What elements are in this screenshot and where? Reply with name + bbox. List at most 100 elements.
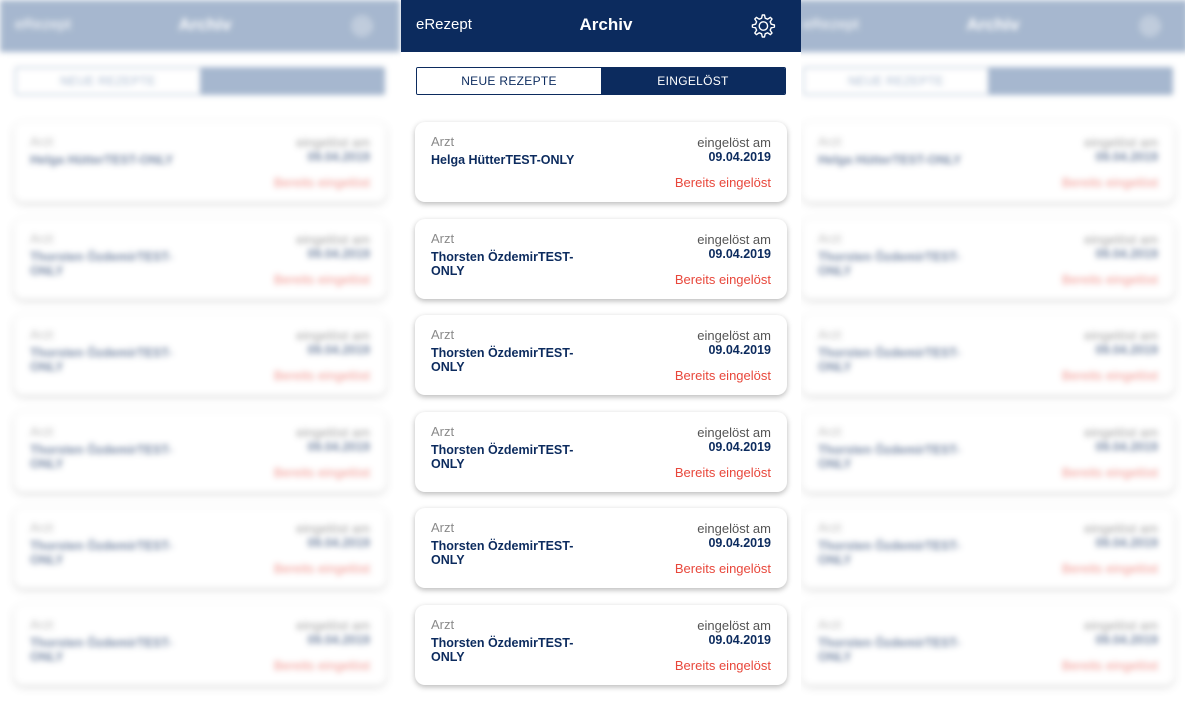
tab-neue-rezepte[interactable]: NEUE REZEPTE [417, 68, 601, 94]
doctor-name: Thorsten ÖzdemirTEST-ONLY [431, 539, 574, 568]
redeemed-label: eingelöst am [296, 328, 370, 344]
list-item: Arzt Thorsten ÖzdemirTEST-ONLY eingelöst… [14, 604, 386, 685]
arzt-label: Arzt [431, 520, 455, 536]
redeemed-date: 09.04.2019 [1095, 439, 1158, 454]
doctor-name: Thorsten ÖzdemirTEST-ONLY [30, 635, 173, 664]
doctor-name: Thorsten ÖzdemirTEST-ONLY [431, 635, 574, 664]
arzt-label: Arzt [30, 616, 54, 632]
list-item: Arzt Thorsten ÖzdemirTEST-ONLY eingelöst… [802, 508, 1174, 589]
redeemed-date: 09.04.2019 [307, 343, 370, 358]
status-text: Bereits eingelöst [1061, 175, 1158, 190]
status-text: Bereits eingelöst [674, 464, 771, 480]
redeemed-date: 09.04.2019 [708, 632, 771, 647]
page-title: Archiv [579, 15, 633, 34]
gear-icon[interactable] [749, 12, 777, 40]
redeemed-date: 09.04.2019 [1095, 150, 1158, 164]
arzt-label: Arzt [818, 230, 842, 246]
status-text: Bereits eingelöst [273, 561, 370, 577]
redeemed-label: eingelöst am [1084, 521, 1158, 537]
page-title: Archiv [966, 15, 1020, 34]
status-text: Bereits eingelöst [273, 271, 370, 287]
redeemed-date: 09.04.2019 [708, 150, 771, 164]
list-item: Arzt Thorsten ÖzdemirTEST-ONLY eingelöst… [802, 315, 1174, 396]
list-item[interactable]: Arzt Thorsten ÖzdemirTEST-ONLY eingelöst… [415, 604, 787, 685]
redeemed-label: eingelöst am [697, 135, 771, 150]
status-text: Bereits eingelöst [674, 175, 771, 190]
doctor-name: Thorsten ÖzdemirTEST-ONLY [30, 249, 173, 278]
doctor-name: Helga HütterTEST-ONLY [818, 153, 962, 167]
page-title: Archiv [178, 15, 232, 34]
doctor-name: Thorsten ÖzdemirTEST-ONLY [30, 346, 173, 375]
redeemed-label: eingelöst am [1084, 617, 1158, 633]
redeemed-date: 09.04.2019 [307, 246, 370, 261]
tab-eingeloest: EINGELÖST [200, 68, 384, 94]
list-item: Arzt Helga HütterTEST-ONLY eingelöst am … [802, 122, 1174, 202]
arzt-label: Arzt [30, 520, 54, 536]
doctor-name: Thorsten ÖzdemirTEST-ONLY [818, 442, 961, 471]
doctor-name: Helga HütterTEST-ONLY [431, 153, 575, 167]
background-screen-right: eRezept Archiv NEUE REZEPTE EINGELÖST Ar… [788, 0, 1185, 702]
list-item[interactable]: Arzt Thorsten ÖzdemirTEST-ONLY eingelöst… [415, 218, 787, 299]
arzt-label: Arzt [30, 327, 54, 343]
doctor-name: Thorsten ÖzdemirTEST-ONLY [818, 249, 961, 278]
arzt-label: Arzt [818, 616, 842, 632]
tab-eingeloest[interactable]: EINGELÖST [601, 68, 785, 94]
app-header: eRezept Archiv [788, 0, 1185, 52]
list-item: Arzt Helga HütterTEST-ONLY eingelöst am … [14, 122, 386, 202]
redeemed-label: eingelöst am [296, 135, 370, 150]
gear-icon [1140, 16, 1160, 36]
arzt-label: Arzt [431, 616, 455, 632]
redeemed-date: 09.04.2019 [708, 439, 771, 454]
doctor-name: Thorsten ÖzdemirTEST-ONLY [431, 249, 574, 278]
prescription-list: Arzt Helga HütterTEST-ONLY eingelöst am … [415, 122, 787, 702]
status-text: Bereits eingelöst [1061, 561, 1158, 577]
prescription-list: Arzt Helga HütterTEST-ONLY eingelöst am … [802, 122, 1174, 702]
redeemed-label: eingelöst am [296, 424, 370, 440]
prescription-list: Arzt Helga HütterTEST-ONLY eingelöst am … [14, 122, 386, 702]
list-item[interactable]: Arzt Helga HütterTEST-ONLY eingelöst am … [415, 122, 787, 202]
status-text: Bereits eingelöst [674, 368, 771, 384]
list-item[interactable]: Arzt Thorsten ÖzdemirTEST-ONLY eingelöst… [415, 508, 787, 589]
status-text: Bereits eingelöst [273, 464, 370, 480]
list-item[interactable]: Arzt Thorsten ÖzdemirTEST-ONLY eingelöst… [415, 315, 787, 396]
doctor-name: Helga HütterTEST-ONLY [30, 153, 174, 167]
arzt-label: Arzt [431, 230, 455, 246]
list-item: Arzt Thorsten ÖzdemirTEST-ONLY eingelöst… [14, 508, 386, 589]
redeemed-date: 09.04.2019 [307, 632, 370, 647]
gear-icon [352, 16, 372, 36]
doctor-name: Thorsten ÖzdemirTEST-ONLY [30, 539, 173, 568]
status-text: Bereits eingelöst [273, 175, 370, 190]
arzt-label: Arzt [431, 134, 455, 149]
redeemed-label: eingelöst am [697, 328, 771, 344]
arzt-label: Arzt [30, 423, 54, 439]
tab-neue-rezepte: NEUE REZEPTE [804, 68, 988, 94]
list-item[interactable]: Arzt Thorsten ÖzdemirTEST-ONLY eingelöst… [415, 411, 787, 492]
redeemed-label: eingelöst am [697, 231, 771, 247]
doctor-name: Thorsten ÖzdemirTEST-ONLY [431, 442, 574, 471]
redeemed-label: eingelöst am [697, 617, 771, 633]
background-screen-left: eRezept Archiv NEUE REZEPTE EINGELÖST Ar… [0, 0, 400, 702]
doctor-name: Thorsten ÖzdemirTEST-ONLY [818, 635, 961, 664]
redeemed-date: 09.04.2019 [1095, 536, 1158, 551]
redeemed-date: 09.04.2019 [307, 536, 370, 551]
status-text: Bereits eingelöst [273, 657, 370, 673]
arzt-label: Arzt [818, 423, 842, 439]
list-item: Arzt Thorsten ÖzdemirTEST-ONLY eingelöst… [14, 218, 386, 299]
redeemed-label: eingelöst am [296, 521, 370, 537]
arzt-label: Arzt [431, 327, 455, 343]
arzt-label: Arzt [818, 520, 842, 536]
list-item: Arzt Thorsten ÖzdemirTEST-ONLY eingelöst… [14, 315, 386, 396]
arzt-label: Arzt [818, 134, 842, 149]
list-item: Arzt Thorsten ÖzdemirTEST-ONLY eingelöst… [802, 604, 1174, 685]
tab-bar: NEUE REZEPTE EINGELÖST [803, 67, 1173, 95]
status-text: Bereits eingelöst [1061, 657, 1158, 673]
main-screen: eRezept Archiv NEUE REZEPTE EINGELÖST Ar… [401, 0, 801, 702]
status-text: Bereits eingelöst [1061, 271, 1158, 287]
arzt-label: Arzt [30, 134, 54, 149]
tab-eingeloest: EINGELÖST [988, 68, 1172, 94]
arzt-label: Arzt [431, 423, 455, 439]
redeemed-label: eingelöst am [1084, 231, 1158, 247]
tab-bar: NEUE REZEPTE EINGELÖST [416, 67, 786, 95]
doctor-name: Thorsten ÖzdemirTEST-ONLY [30, 442, 173, 471]
redeemed-label: eingelöst am [697, 424, 771, 440]
